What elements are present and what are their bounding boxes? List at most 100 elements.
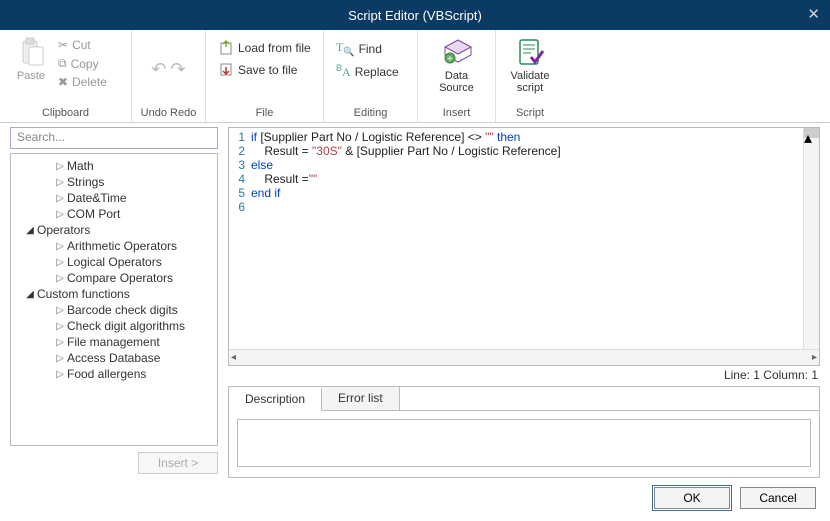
tree-item[interactable]: ▷Logical Operators bbox=[11, 254, 217, 270]
copy-icon: ⧉ bbox=[58, 56, 67, 71]
tree-item-label: File management bbox=[67, 335, 160, 349]
right-panel: 123456 if [Supplier Part No / Logistic R… bbox=[228, 123, 830, 478]
description-box[interactable] bbox=[237, 419, 811, 467]
data-source-icon: + bbox=[441, 36, 473, 68]
search-input[interactable]: Search... bbox=[10, 127, 218, 149]
tree-item-label: Date&Time bbox=[67, 191, 127, 205]
horizontal-scrollbar[interactable]: ◂▸ bbox=[229, 349, 819, 365]
tree-item[interactable]: ◢Operators bbox=[11, 222, 217, 238]
group-label-clipboard: Clipboard bbox=[2, 105, 129, 122]
tree-item-label: Math bbox=[67, 159, 94, 173]
title-bar: Script Editor (VBScript) ✕ bbox=[0, 0, 830, 30]
redo-icon[interactable]: ↷ bbox=[171, 59, 186, 80]
chevron-right-icon[interactable]: ▷ bbox=[55, 305, 65, 316]
tab-description[interactable]: Description bbox=[229, 388, 322, 411]
tree-item-label: Compare Operators bbox=[67, 271, 173, 285]
function-tree[interactable]: ▷Math▷Strings▷Date&Time▷COM Port◢Operato… bbox=[10, 153, 218, 446]
main-area: Search... ▷Math▷Strings▷Date&Time▷COM Po… bbox=[0, 123, 830, 478]
chevron-right-icon[interactable]: ▷ bbox=[55, 273, 65, 284]
code-editor[interactable]: 123456 if [Supplier Part No / Logistic R… bbox=[228, 127, 820, 366]
tree-item-label: Strings bbox=[67, 175, 104, 189]
tree-item[interactable]: ▷Barcode check digits bbox=[11, 302, 217, 318]
dialog-footer: OK Cancel bbox=[0, 478, 830, 518]
close-icon[interactable]: ✕ bbox=[807, 5, 820, 23]
tree-item-label: Logical Operators bbox=[67, 255, 162, 269]
vertical-scrollbar[interactable]: ▴ bbox=[803, 128, 819, 349]
chevron-right-icon[interactable]: ▷ bbox=[55, 321, 65, 332]
tree-item[interactable]: ▷File management bbox=[11, 334, 217, 350]
tab-body bbox=[228, 410, 820, 478]
tree-item-label: Food allergens bbox=[67, 367, 146, 381]
tree-item-label: Check digit algorithms bbox=[67, 319, 185, 333]
delete-button[interactable]: ✖Delete bbox=[54, 73, 111, 91]
line-gutter: 123456 bbox=[229, 128, 249, 365]
cut-button[interactable]: ✂Cut bbox=[54, 36, 111, 54]
chevron-right-icon[interactable]: ▷ bbox=[55, 353, 65, 364]
chevron-right-icon[interactable]: ▷ bbox=[55, 209, 65, 220]
tree-item[interactable]: ▷COM Port bbox=[11, 206, 217, 222]
tree-item[interactable]: ▷Check digit algorithms bbox=[11, 318, 217, 334]
tree-item[interactable]: ▷Compare Operators bbox=[11, 270, 217, 286]
tree-item[interactable]: ◢Custom functions bbox=[11, 286, 217, 302]
replace-button[interactable]: BA Replace bbox=[332, 61, 403, 82]
tree-item-label: Access Database bbox=[67, 351, 160, 365]
replace-icon: BA bbox=[336, 63, 351, 80]
paste-icon bbox=[15, 36, 47, 68]
group-file: Load from file Save to file File bbox=[206, 30, 324, 122]
find-button[interactable]: T🔍 Find bbox=[332, 38, 403, 59]
group-label-undoredo: Undo Redo bbox=[134, 105, 203, 122]
scissors-icon: ✂ bbox=[58, 38, 68, 52]
tab-error-list[interactable]: Error list bbox=[322, 387, 400, 410]
tree-item-label: Operators bbox=[37, 223, 90, 237]
undo-icon[interactable]: ↶ bbox=[151, 59, 166, 80]
chevron-right-icon[interactable]: ▷ bbox=[55, 241, 65, 252]
group-label-script: Script bbox=[498, 105, 562, 122]
copy-button[interactable]: ⧉Copy bbox=[54, 54, 111, 73]
validate-icon bbox=[514, 36, 546, 68]
left-panel: Search... ▷Math▷Strings▷Date&Time▷COM Po… bbox=[0, 123, 228, 478]
tree-item-label: Barcode check digits bbox=[67, 303, 178, 317]
bottom-tabs: Description Error list bbox=[228, 386, 820, 410]
delete-icon: ✖ bbox=[58, 75, 68, 89]
group-label-editing: Editing bbox=[326, 105, 415, 122]
group-editing: T🔍 Find BA Replace Editing bbox=[324, 30, 418, 122]
tree-item-label: COM Port bbox=[67, 207, 120, 221]
data-source-button[interactable]: + Data Source bbox=[429, 34, 485, 94]
chevron-right-icon[interactable]: ▷ bbox=[55, 161, 65, 172]
cursor-status: Line: 1 Column: 1 bbox=[228, 366, 820, 384]
tree-item[interactable]: ▷Math bbox=[11, 158, 217, 174]
tree-item[interactable]: ▷Strings bbox=[11, 174, 217, 190]
group-label-file: File bbox=[208, 105, 321, 122]
chevron-right-icon[interactable]: ▷ bbox=[55, 257, 65, 268]
ribbon: Paste ✂Cut ⧉Copy ✖Delete Clipboard ↶ ↷ U… bbox=[0, 30, 830, 123]
code-content[interactable]: if [Supplier Part No / Logistic Referenc… bbox=[249, 128, 819, 365]
chevron-right-icon[interactable]: ▷ bbox=[55, 193, 65, 204]
chevron-down-icon[interactable]: ◢ bbox=[25, 225, 35, 236]
load-icon bbox=[218, 40, 234, 56]
chevron-right-icon[interactable]: ▷ bbox=[55, 369, 65, 380]
group-clipboard: Paste ✂Cut ⧉Copy ✖Delete Clipboard bbox=[0, 30, 132, 122]
window-title: Script Editor (VBScript) bbox=[348, 8, 482, 23]
tree-item[interactable]: ▷Access Database bbox=[11, 350, 217, 366]
tree-item[interactable]: ▷Arithmetic Operators bbox=[11, 238, 217, 254]
group-script: Validate script Script bbox=[496, 30, 564, 122]
chevron-down-icon[interactable]: ◢ bbox=[25, 289, 35, 300]
paste-button[interactable]: Paste bbox=[8, 34, 54, 82]
load-from-file-button[interactable]: Load from file bbox=[214, 38, 315, 58]
group-undoredo: ↶ ↷ Undo Redo bbox=[132, 30, 206, 122]
cancel-button[interactable]: Cancel bbox=[740, 487, 816, 509]
svg-text:+: + bbox=[447, 54, 453, 65]
tree-item-label: Custom functions bbox=[37, 287, 130, 301]
chevron-right-icon[interactable]: ▷ bbox=[55, 177, 65, 188]
save-to-file-button[interactable]: Save to file bbox=[214, 60, 315, 80]
insert-button[interactable]: Insert > bbox=[138, 452, 218, 474]
group-label-insert: Insert bbox=[420, 105, 493, 122]
validate-script-button[interactable]: Validate script bbox=[504, 34, 556, 94]
chevron-right-icon[interactable]: ▷ bbox=[55, 337, 65, 348]
tree-item[interactable]: ▷Date&Time bbox=[11, 190, 217, 206]
ok-button[interactable]: OK bbox=[654, 487, 730, 509]
save-icon bbox=[218, 62, 234, 78]
find-icon: T🔍 bbox=[336, 40, 355, 57]
tree-item[interactable]: ▷Food allergens bbox=[11, 366, 217, 382]
tree-item-label: Arithmetic Operators bbox=[67, 239, 177, 253]
